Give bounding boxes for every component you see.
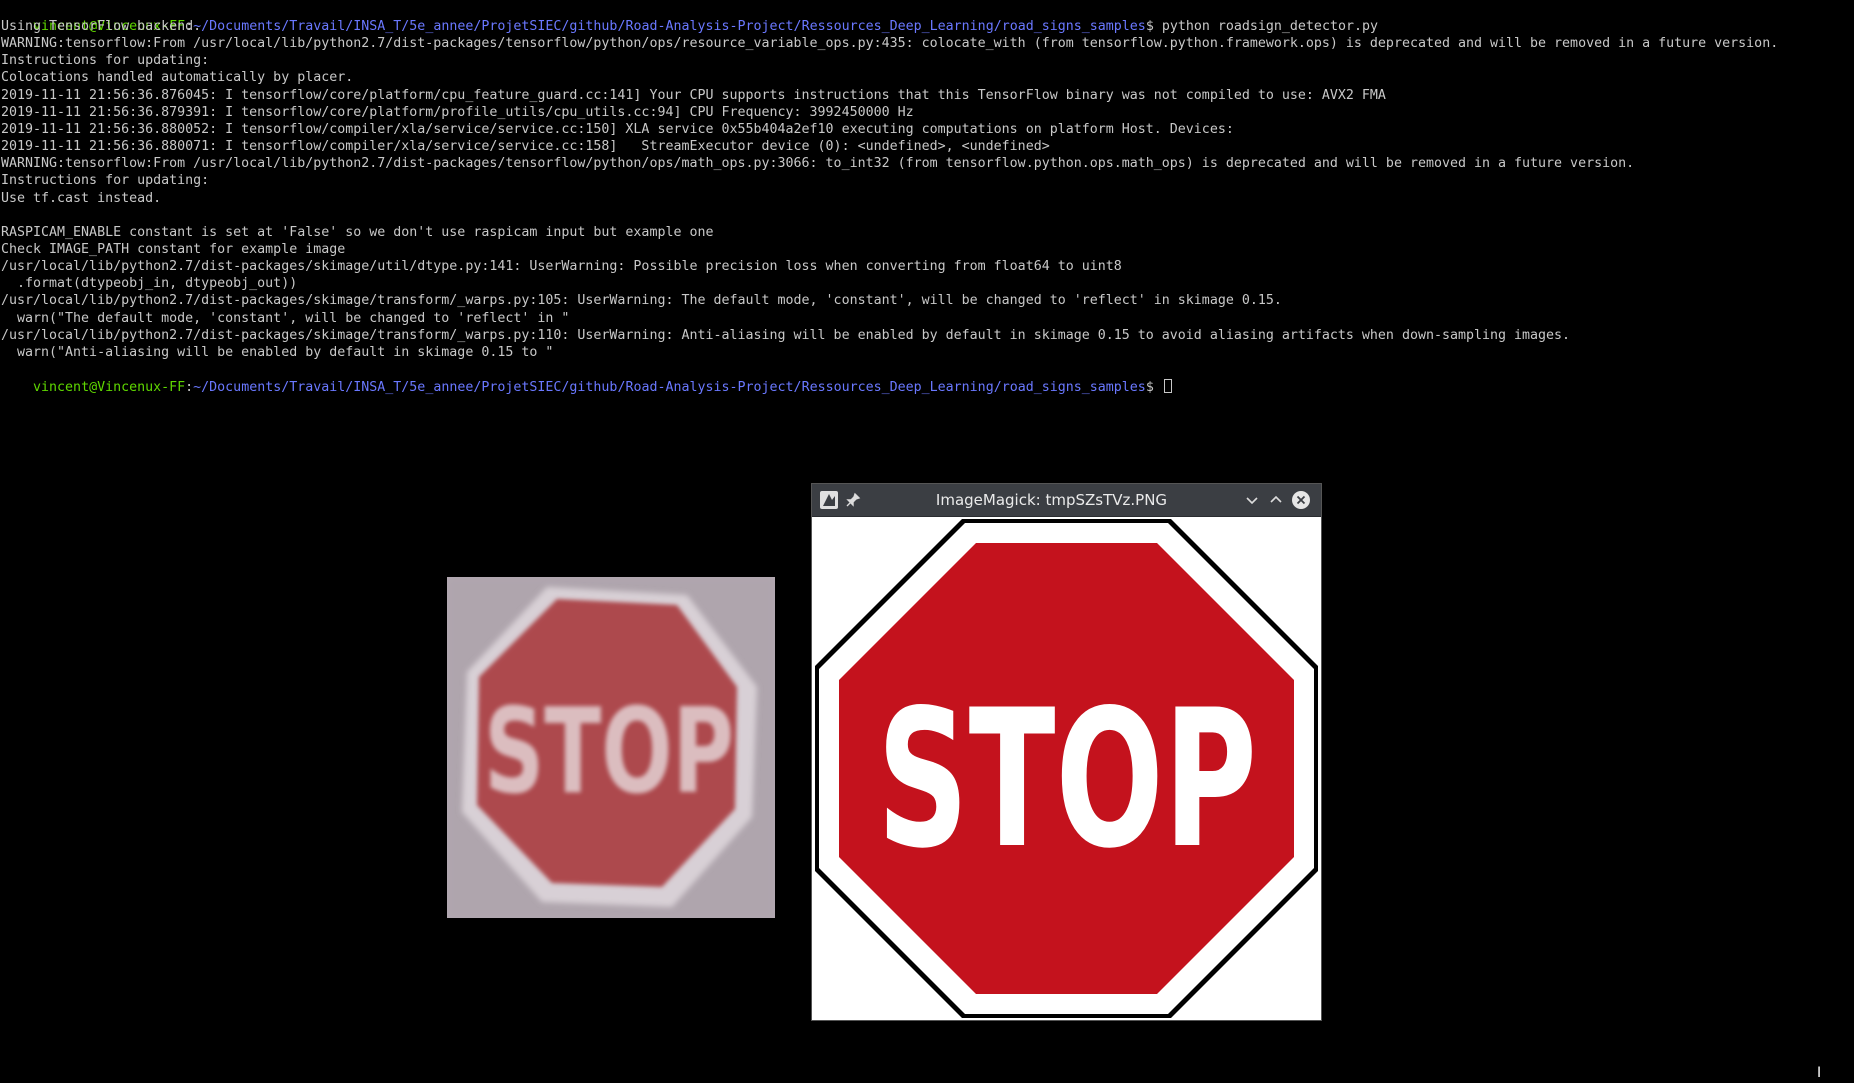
terminal-output-line: RASPICAM_ENABLE constant is set at 'Fals… <box>1 224 714 240</box>
terminal-output-line: /usr/local/lib/python2.7/dist-packages/s… <box>1 259 1122 275</box>
imagemagick-app-icon[interactable] <box>820 491 838 509</box>
prompt-path: ~/Documents/Travail/INSA_T/5e_annee/Proj… <box>193 19 1146 34</box>
stop-sign-photo-image: STOP <box>447 577 775 918</box>
mouse-cursor-icon: I <box>1817 1065 1822 1081</box>
terminal-output-line: Use tf.cast instead. <box>1 190 162 206</box>
terminal-output-line: 2019-11-11 21:56:36.879391: I tensorflow… <box>1 104 914 120</box>
terminal-output-line: WARNING:tensorflow:From /usr/local/lib/p… <box>1 156 1635 172</box>
command-text: python roadsign_detector.py <box>1153 19 1378 34</box>
close-icon[interactable] <box>1292 491 1310 509</box>
terminal-output-line: 2019-11-11 21:56:36.880071: I tensorflow… <box>1 139 1050 155</box>
terminal-output-line: Colocations handled automatically by pla… <box>1 70 354 86</box>
stop-sign-photo: STOP <box>447 577 775 918</box>
terminal-output-line: 2019-11-11 21:56:36.876045: I tensorflow… <box>1 87 1386 103</box>
terminal-output-line: .format(dtypeobj_in, dtypeobj_out)) <box>1 276 298 292</box>
terminal-output-line: 2019-11-11 21:56:36.880052: I tensorflow… <box>1 121 1234 137</box>
terminal-output-line: Instructions for updating: <box>1 53 210 69</box>
maximize-icon[interactable] <box>1267 491 1285 509</box>
terminal-output-line: Instructions for updating: <box>1 173 210 189</box>
prompt-user: vincent@Vincenux-FF <box>33 380 186 395</box>
pin-icon[interactable] <box>844 491 862 509</box>
window-titlebar[interactable]: ImageMagick: tmpSZsTVz.PNG <box>812 484 1321 517</box>
stop-sign-text: STOP <box>877 669 1257 890</box>
prompt-line-current[interactable]: vincent@Vincenux-FF:~/Documents/Travail/… <box>1 362 1172 395</box>
prompt-path: ~/Documents/Travail/INSA_T/5e_annee/Proj… <box>193 380 1146 395</box>
terminal-output-line: /usr/local/lib/python2.7/dist-packages/s… <box>1 327 1571 343</box>
terminal-output-line: WARNING:tensorflow:From /usr/local/lib/p… <box>1 36 1779 52</box>
stop-sign-image: STOP <box>815 519 1318 1018</box>
minimize-icon[interactable] <box>1243 491 1261 509</box>
terminal-output-line: warn("Anti-aliasing will be enabled by d… <box>1 344 554 360</box>
image-canvas: STOP <box>812 517 1321 1020</box>
terminal-output-line: /usr/local/lib/python2.7/dist-packages/s… <box>1 293 1282 309</box>
terminal-output-line: Check IMAGE_PATH constant for example im… <box>1 241 346 257</box>
prompt-line-first: vincent@Vincenux-FF:~/Documents/Travail/… <box>33 19 1378 34</box>
photo-stop-text: STOP <box>484 682 734 820</box>
text-cursor <box>1163 379 1172 393</box>
window-title: ImageMagick: tmpSZsTVz.PNG <box>935 491 1168 509</box>
terminal-output-line: Using TensorFlow backend. <box>1 19 202 34</box>
terminal-output-line: warn("The default mode, 'constant', will… <box>1 310 570 326</box>
imagemagick-window[interactable]: ImageMagick: tmpSZsTVz.PNG STOP <box>812 484 1321 1020</box>
